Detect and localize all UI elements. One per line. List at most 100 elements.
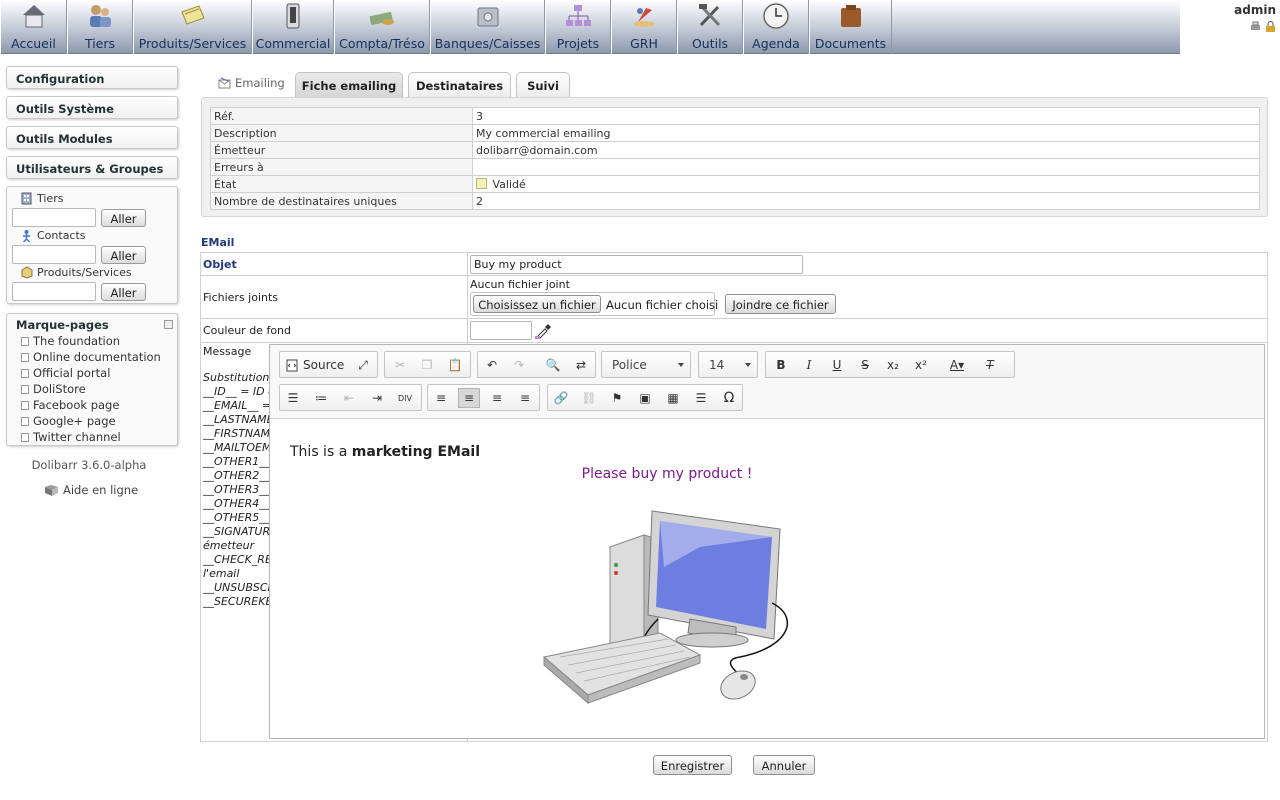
- commercial-icon: [286, 3, 300, 29]
- bgcolor-input[interactable]: [470, 321, 532, 340]
- font-family-select[interactable]: Police: [601, 351, 691, 378]
- cancel-button[interactable]: Annuler: [753, 755, 815, 775]
- special-char-icon[interactable]: Ω: [718, 388, 740, 408]
- font-size-select[interactable]: 14: [698, 351, 758, 378]
- maximize-icon[interactable]: ⤢: [352, 355, 374, 375]
- outdent-icon[interactable]: ⇤: [338, 388, 360, 408]
- attach-file-button[interactable]: Joindre ce fichier: [725, 294, 836, 314]
- replace-icon[interactable]: ⇄: [570, 355, 592, 375]
- bgcolor-label: Couleur de fond: [203, 324, 291, 337]
- bookmarks-box: Marque-pages The foundation Online docum…: [6, 313, 178, 446]
- unlink-icon[interactable]: ⛓: [578, 388, 600, 408]
- subscript-icon[interactable]: x₂: [882, 355, 904, 375]
- menu-compta-treso[interactable]: Compta/Tréso: [334, 0, 430, 54]
- menu-grh[interactable]: GRH: [611, 0, 677, 54]
- save-button[interactable]: Enregistrer: [653, 755, 732, 775]
- subject-input[interactable]: Buy my product: [470, 255, 803, 274]
- undo-icon[interactable]: ↶: [481, 355, 503, 375]
- copy-icon[interactable]: ❐: [416, 355, 438, 375]
- editor-content-area[interactable]: This is a marketing EMail Please buy my …: [270, 419, 1264, 738]
- menu-agenda[interactable]: Agenda: [743, 0, 809, 54]
- search-tiers-button[interactable]: Aller: [101, 209, 146, 227]
- menu-tiers[interactable]: Tiers: [67, 0, 133, 54]
- bookmark-link[interactable]: Online documentation: [21, 350, 161, 364]
- bookmark-link[interactable]: Twitter channel: [21, 430, 121, 444]
- content-line-1: This is a marketing EMail: [290, 444, 480, 460]
- contact-icon: [22, 230, 31, 242]
- info-label: Description: [210, 124, 473, 142]
- cut-icon[interactable]: ✂: [389, 355, 411, 375]
- superscript-icon[interactable]: x²: [910, 355, 932, 375]
- menu-accueil[interactable]: Accueil: [0, 0, 67, 54]
- bookmark-link[interactable]: Official portal: [21, 366, 110, 380]
- search-contacts-button[interactable]: Aller: [101, 246, 146, 264]
- anchor-flag-icon[interactable]: ⚑: [606, 388, 628, 408]
- paste-icon[interactable]: 📋: [444, 355, 466, 375]
- div-container-icon[interactable]: DIV: [394, 388, 416, 408]
- info-label: Nombre de destinataires uniques: [210, 192, 473, 210]
- source-button[interactable]: Source: [282, 355, 348, 375]
- redo-icon[interactable]: ↷: [508, 355, 530, 375]
- chevron-down-icon: [678, 363, 684, 367]
- email-icon: [218, 77, 231, 89]
- search-contacts-input[interactable]: [12, 245, 96, 264]
- align-right-icon[interactable]: ≡: [486, 388, 508, 408]
- chevron-down-icon: [745, 363, 751, 367]
- bookmark-link[interactable]: Facebook page: [21, 398, 119, 412]
- left-menu-outils-systeme[interactable]: Outils Système: [6, 96, 178, 119]
- justify-icon[interactable]: ≡: [514, 388, 536, 408]
- underline-icon[interactable]: U: [826, 355, 848, 375]
- logout-lock-icon[interactable]: [1265, 21, 1276, 32]
- document-icon: [21, 368, 29, 378]
- menu-projets[interactable]: Projets: [545, 0, 611, 54]
- bookmark-link[interactable]: The foundation: [21, 334, 120, 348]
- bold-icon[interactable]: B: [770, 355, 792, 375]
- align-center-icon[interactable]: ≡: [458, 388, 480, 408]
- status-validated-icon: [476, 177, 487, 189]
- numbered-list-icon[interactable]: ☰: [282, 388, 304, 408]
- italic-icon[interactable]: I: [798, 355, 820, 375]
- tab-destinataires[interactable]: Destinataires: [408, 72, 511, 98]
- bank-icon: [477, 7, 498, 27]
- find-icon[interactable]: 🔍: [542, 355, 564, 375]
- search-tiers-input[interactable]: [12, 208, 96, 227]
- link-icon[interactable]: 🔗: [550, 388, 572, 408]
- menu-commercial[interactable]: Commercial: [252, 0, 334, 54]
- strikethrough-icon[interactable]: S: [854, 355, 876, 375]
- indent-icon[interactable]: ⇥: [366, 388, 388, 408]
- left-menu-outils-modules[interactable]: Outils Modules: [6, 126, 178, 149]
- table-row: Nombre de destinataires uniques 2: [210, 192, 1260, 210]
- tab-suivi[interactable]: Suivi: [516, 72, 570, 98]
- menu-produits-services[interactable]: Produits/Services: [133, 0, 252, 54]
- horizontal-rule-icon[interactable]: ☰: [690, 388, 712, 408]
- remove-format-icon[interactable]: T̶: [979, 355, 1001, 375]
- info-label: Émetteur: [210, 141, 473, 159]
- left-menu-configuration[interactable]: Configuration: [6, 66, 178, 89]
- search-products-input[interactable]: [12, 282, 96, 301]
- table-row: État Validé: [210, 175, 1260, 193]
- user-login-link[interactable]: admin: [1180, 3, 1276, 17]
- file-input[interactable]: Choisissez un fichier Aucun fichier choi…: [470, 292, 718, 316]
- menu-outils[interactable]: Outils: [677, 0, 743, 54]
- menu-banques-caisses[interactable]: Banques/Caisses: [430, 0, 545, 54]
- package-icon: [21, 266, 33, 279]
- bookmarks-edit-icon[interactable]: [164, 320, 173, 329]
- bookmark-link[interactable]: DoliStore: [21, 382, 86, 396]
- online-help-link[interactable]: Aide en ligne: [44, 483, 138, 497]
- bookmark-link[interactable]: Google+ page: [21, 414, 116, 428]
- bulleted-list-icon[interactable]: ≔: [310, 388, 332, 408]
- search-products-button[interactable]: Aller: [101, 283, 146, 301]
- money-icon: [369, 11, 394, 25]
- menu-documents[interactable]: Documents: [809, 0, 892, 54]
- image-icon[interactable]: ▣: [634, 388, 656, 408]
- color-picker-icon[interactable]: [535, 323, 552, 339]
- choose-file-button[interactable]: Choisissez un fichier: [473, 295, 601, 313]
- align-left-icon[interactable]: ≡: [430, 388, 452, 408]
- text-color-icon[interactable]: A▾: [942, 355, 972, 375]
- subject-row: Objet Buy my product: [201, 253, 1267, 276]
- left-menu-utilisateurs-groupes[interactable]: Utilisateurs & Groupes: [6, 156, 178, 179]
- table-icon[interactable]: ▦: [662, 388, 684, 408]
- book-icon: [45, 484, 58, 496]
- printer-icon[interactable]: [1250, 21, 1261, 32]
- tab-fiche-emailing[interactable]: Fiche emailing: [295, 72, 403, 98]
